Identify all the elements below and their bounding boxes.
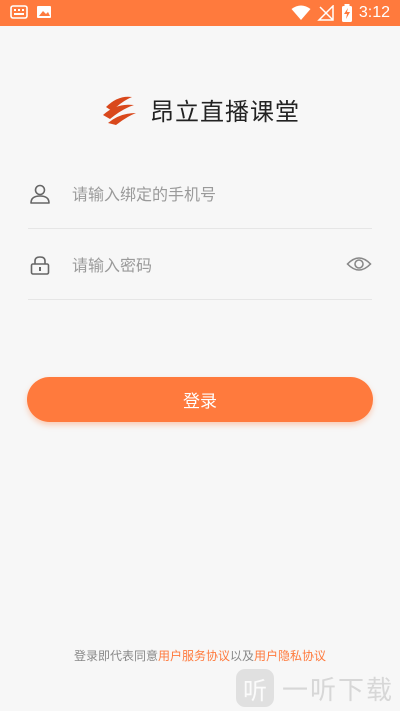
cellular-off-icon [317, 5, 334, 21]
wifi-icon [291, 5, 311, 20]
status-time: 3:12 [358, 4, 390, 21]
battery-charging-icon [341, 4, 352, 22]
watermark-text: 一听下载 [281, 675, 394, 706]
image-icon [37, 6, 51, 18]
phone-field [28, 158, 372, 229]
agreement-conjunction: 以及 [230, 649, 255, 663]
brand-header: 昂立直播课堂 [0, 92, 400, 127]
keyboard-icon [10, 5, 28, 19]
password-field [28, 229, 372, 300]
user-icon [30, 184, 50, 204]
login-button[interactable]: 登录 [27, 377, 373, 422]
status-bar: 3:12 [0, 0, 400, 26]
privacy-agreement-link[interactable]: 用户隐私协议 [254, 649, 326, 663]
service-agreement-link[interactable]: 用户服务协议 [158, 649, 230, 663]
watermark-logo-icon: 听 [235, 669, 274, 707]
app-title: 昂立直播课堂 [150, 98, 300, 126]
lock-icon [30, 256, 50, 275]
status-right-icons: 3:12 [291, 3, 390, 23]
password-input[interactable] [72, 251, 332, 279]
agreement-text: 登录即代表同意用户服务协议以及用户隐私协议 [0, 647, 400, 664]
watermark: 听 一听下载 [235, 669, 394, 707]
status-left-icons [10, 5, 52, 19]
agreement-prefix: 登录即代表同意 [73, 649, 158, 663]
app-logo-icon [103, 96, 136, 125]
phone-input[interactable] [72, 180, 332, 208]
eye-icon[interactable] [346, 253, 372, 275]
